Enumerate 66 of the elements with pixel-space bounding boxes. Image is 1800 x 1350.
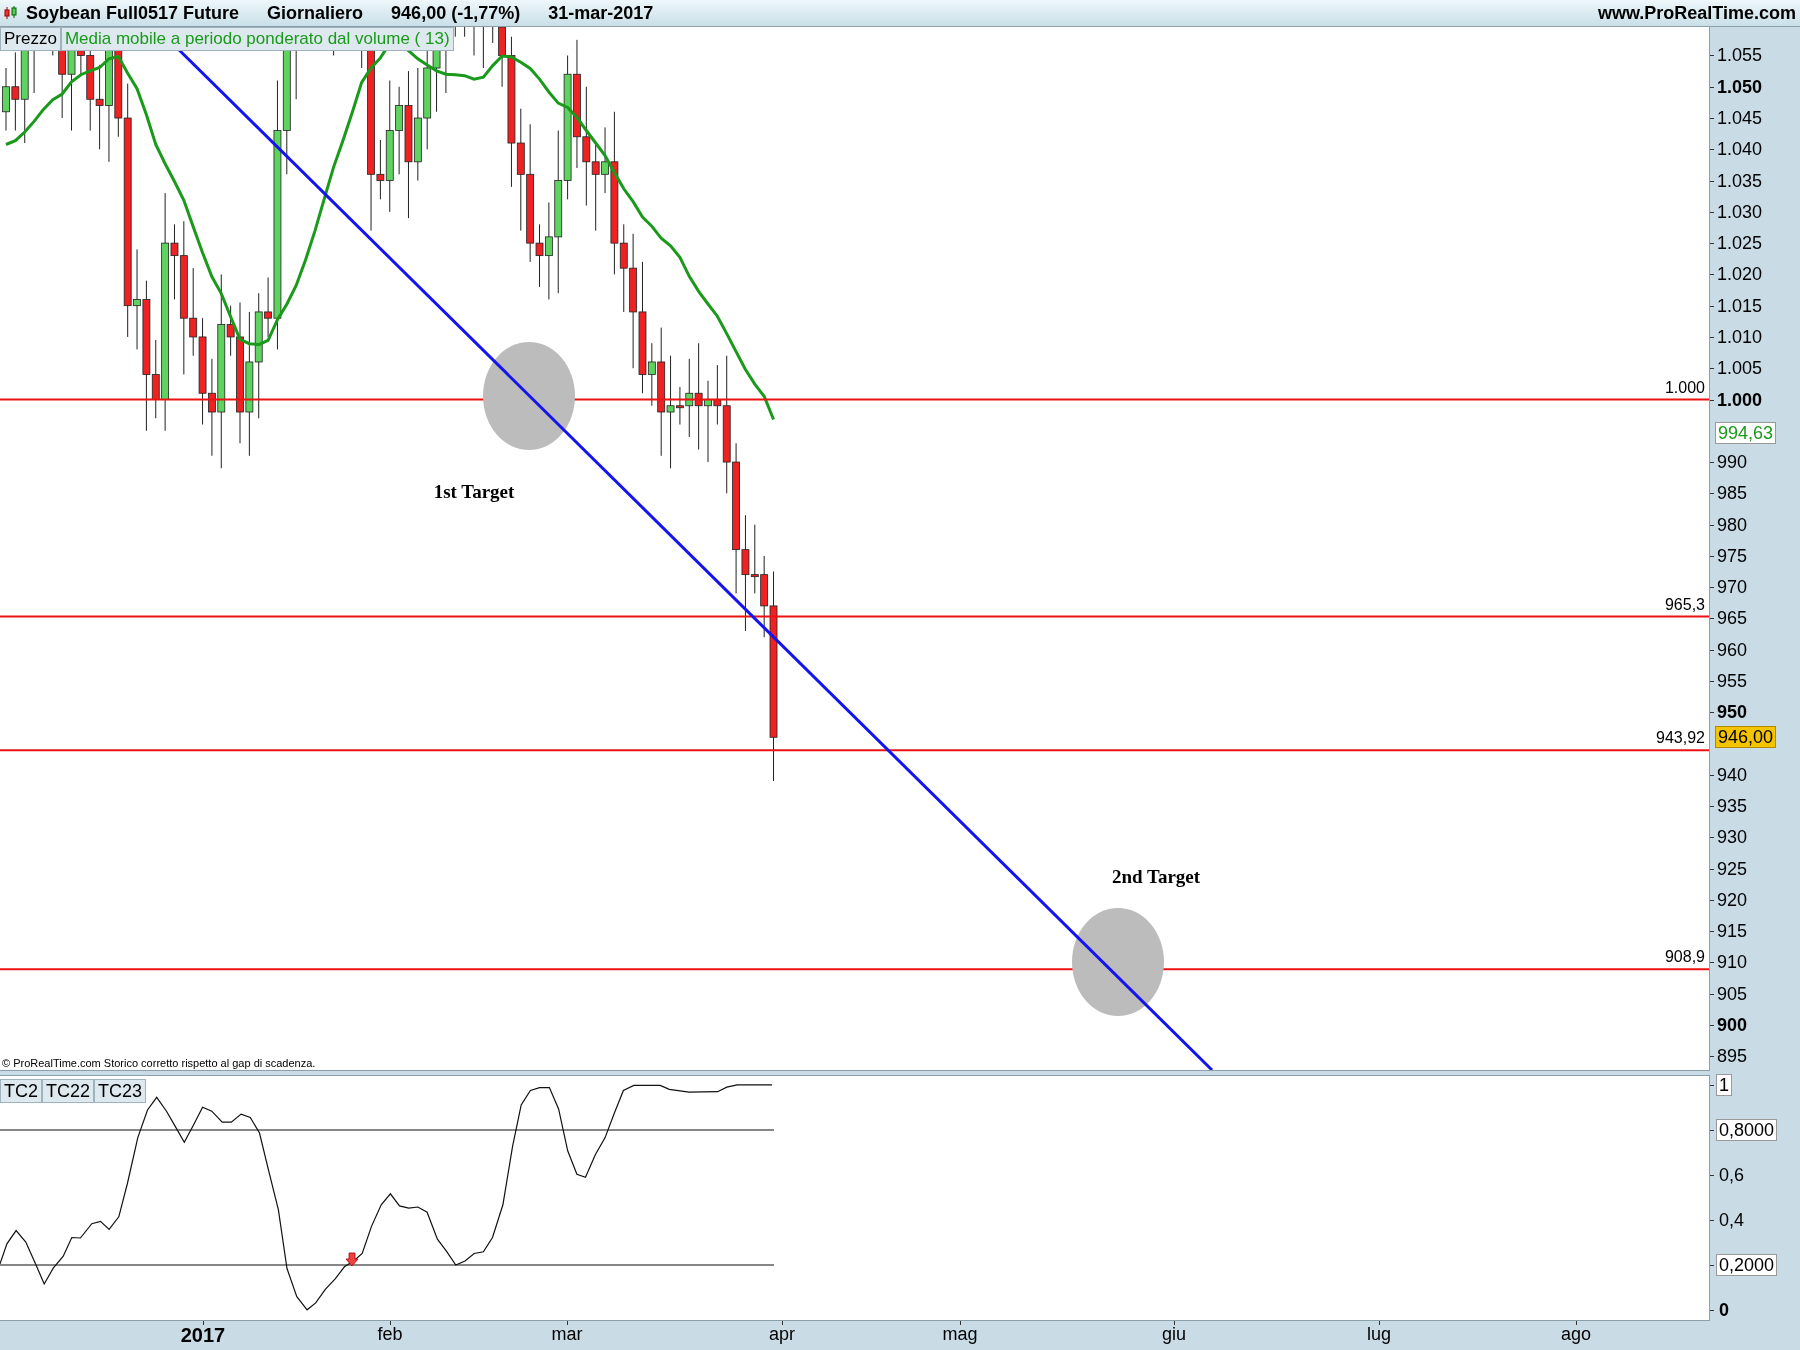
legend-label: TC2 bbox=[0, 1079, 42, 1103]
axis-label: 920 bbox=[1717, 890, 1748, 909]
axis-label: 930 bbox=[1717, 828, 1748, 847]
axis-label: 2017 bbox=[180, 1325, 226, 1345]
axis-label: mar bbox=[551, 1325, 583, 1343]
axis-label: 985 bbox=[1717, 484, 1748, 503]
target-label: 1st Target bbox=[433, 481, 515, 501]
axis-label: 980 bbox=[1717, 515, 1748, 534]
axis-label: 895 bbox=[1717, 1047, 1748, 1066]
axis-label: apr bbox=[769, 1325, 795, 1343]
axis-label: 0 bbox=[1718, 1299, 1730, 1321]
axis-label: 1.045 bbox=[1717, 109, 1763, 127]
down-arrow-icon bbox=[345, 1252, 359, 1267]
price-badge: 994,63 bbox=[1715, 422, 1777, 445]
axis-label: 915 bbox=[1717, 922, 1748, 941]
axis-label: mag bbox=[942, 1325, 978, 1343]
axis-label: 0,4 bbox=[1718, 1209, 1746, 1231]
axis-label: 0,8000 bbox=[1716, 1119, 1778, 1141]
axis-label: 965 bbox=[1717, 609, 1748, 628]
level-label: 908,9 bbox=[1664, 949, 1705, 966]
legend-label: TC23 bbox=[94, 1079, 147, 1103]
axis-label: 1 bbox=[1716, 1074, 1732, 1096]
axis-label: 955 bbox=[1717, 671, 1748, 690]
price-badge: 946,00 bbox=[1715, 726, 1777, 749]
axis-label: 0,2000 bbox=[1716, 1254, 1778, 1276]
axis-label: feb bbox=[377, 1325, 403, 1343]
axis-label: 900 bbox=[1717, 1016, 1748, 1034]
axis-label: 1.055 bbox=[1717, 46, 1763, 65]
axis-label: 1.020 bbox=[1717, 265, 1763, 284]
axis-label: 910 bbox=[1717, 953, 1748, 972]
legend-label: TC22 bbox=[42, 1079, 95, 1103]
axis-label: ago bbox=[1561, 1325, 1591, 1343]
legend-label: Media mobile a periodo ponderato dal volume ( 13) bbox=[60, 27, 454, 51]
axis-label: 935 bbox=[1717, 797, 1748, 816]
axis-label: 925 bbox=[1717, 859, 1748, 878]
axis-label: 1.040 bbox=[1717, 140, 1763, 159]
axis-label: 940 bbox=[1717, 765, 1748, 784]
footnote: © ProRealTime.com Storico corretto rispetto al gap di scadenza. bbox=[2, 1058, 316, 1069]
axis-label: 1.005 bbox=[1717, 359, 1763, 378]
candlestick-icon bbox=[4, 5, 18, 21]
last-price: 946,00 (-1,77%) bbox=[391, 1, 521, 25]
legend-label: Prezzo bbox=[0, 27, 61, 51]
axis-label: 1.025 bbox=[1717, 234, 1763, 253]
axis-label: 990 bbox=[1717, 453, 1748, 472]
axis-label: 950 bbox=[1717, 703, 1748, 722]
axis-label: giu bbox=[1162, 1325, 1186, 1343]
axis-label: 970 bbox=[1717, 578, 1748, 597]
axis-label: 1.030 bbox=[1717, 202, 1763, 221]
level-label: 965,3 bbox=[1664, 596, 1705, 613]
site-address: www.ProRealTime.com bbox=[1597, 1, 1796, 25]
axis-label: 1.050 bbox=[1717, 77, 1763, 96]
axis-label: 1.035 bbox=[1717, 171, 1763, 190]
axis-label: lug bbox=[1367, 1325, 1391, 1343]
axis-label: 960 bbox=[1717, 640, 1748, 659]
instrument-name: Soybean Full0517 Future bbox=[26, 1, 240, 25]
axis-label: 1.000 bbox=[1717, 390, 1763, 409]
date-label: 31-mar-2017 bbox=[548, 1, 654, 25]
axis-label: 1.010 bbox=[1717, 327, 1763, 346]
period-label: Giornaliero bbox=[267, 1, 364, 25]
axis-label: 0,6 bbox=[1718, 1164, 1746, 1186]
axis-label: 1.015 bbox=[1717, 296, 1763, 315]
axis-label: 975 bbox=[1717, 546, 1748, 565]
axis-label: 905 bbox=[1717, 984, 1748, 1003]
level-label: 1.000 bbox=[1664, 379, 1705, 396]
target-label: 2nd Target bbox=[1111, 866, 1201, 886]
level-label: 943,92 bbox=[1656, 730, 1705, 747]
